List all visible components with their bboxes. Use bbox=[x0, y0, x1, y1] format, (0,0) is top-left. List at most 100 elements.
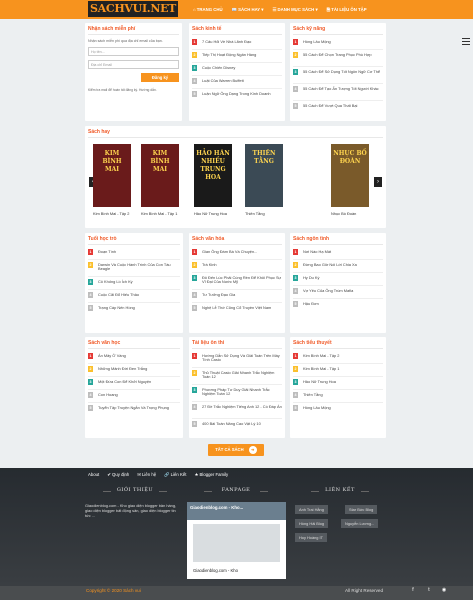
list-item[interactable]: 2 Tiếp Thị Hoạt Động Ngân Hàng bbox=[192, 52, 282, 58]
rss-icon[interactable]: ◉ bbox=[441, 587, 447, 593]
list-item[interactable]: 1 Án Mây Ở Vàng bbox=[88, 353, 180, 359]
list-item-title[interactable]: 55 Cách Để Chọn Trang Phục Phù Hợp bbox=[303, 52, 372, 57]
list-item-title[interactable]: Vợ Yêu Của Ông Trùm Mafia bbox=[303, 288, 353, 293]
nav-home[interactable]: ⌂ TRANG CHỦ bbox=[193, 7, 223, 12]
fanpage-widget[interactable]: Giaodienblog.com - Kho... Giaodienblog.c… bbox=[187, 502, 286, 579]
list-item-title[interactable]: Kim Bình Mai - Tập 1 bbox=[303, 366, 339, 371]
twitter-icon[interactable]: t bbox=[426, 587, 432, 593]
list-item[interactable]: 5 Luận Ngữ Ông Dạng Trong Kinh Doanh bbox=[192, 91, 282, 97]
list-item-title[interactable]: 55 Cách Để Tạo Ấn Tượng Tốt Người Khác bbox=[303, 86, 379, 91]
list-item[interactable]: 2 Trà Kinh bbox=[192, 262, 282, 268]
list-item-title[interactable]: Thủ Thuật Casio Giải Nhanh Trắc Nghiệm T… bbox=[202, 370, 282, 380]
list-item-title[interactable]: Nơi Nào Hạ Mát bbox=[303, 249, 331, 254]
link-tag[interactable]: Anh Trai Hằng bbox=[295, 505, 328, 514]
list-item-title[interactable]: Đừng Bao Giờ Nói Lời Chia Xa bbox=[303, 262, 357, 267]
footer-link-quy-dinh[interactable]: ✔ Quy định bbox=[107, 472, 129, 478]
link-tag[interactable]: Nguyễn Lương... bbox=[341, 519, 379, 528]
link-tag[interactable]: Hồng Hải Blog bbox=[295, 519, 329, 528]
all-books-button[interactable]: TẤT CẢ SÁCH ➜ bbox=[208, 444, 264, 456]
list-item[interactable]: 2 Kim Bình Mai - Tập 1 bbox=[293, 366, 383, 372]
nav-sach-hay[interactable]: 📖 SÁCH HAY ▾ bbox=[232, 7, 264, 13]
list-item[interactable]: 2 Thủ Thuật Casio Giải Nhanh Trắc Nghiệm … bbox=[192, 370, 282, 380]
list-item[interactable]: 4 Tư Tưởng Đạo Gia bbox=[192, 292, 282, 298]
list-item[interactable]: 3 Cô Khống Lồ Ích Kỷ bbox=[88, 279, 180, 285]
list-item[interactable]: 5 Hồng Lâu Mộng bbox=[293, 405, 383, 411]
list-item[interactable]: 1 Kim Bình Mai - Tập 2 bbox=[293, 353, 383, 359]
list-item-title[interactable]: 55 Cách Để Sử Dụng Tốt Ngôn Ngữ Cơ Thể bbox=[303, 69, 380, 74]
list-item-title[interactable]: Những Mảnh Đời Đen Trắng bbox=[98, 366, 147, 371]
list-item[interactable]: 5 55 Cách Để Vượt Qua Thất Bại bbox=[293, 103, 383, 109]
list-item[interactable]: 1 Gian Ông Đàm Bà Và Chuyện... bbox=[192, 249, 282, 255]
list-item[interactable]: 3 Cuộc Chiến Disney bbox=[192, 65, 282, 71]
list-item-title[interactable]: Tuyển Tập Truyện Ngắn Và Trọng Phụng bbox=[98, 405, 169, 410]
list-item[interactable]: 5 Trạng Cáp Nến Hồng bbox=[88, 305, 180, 311]
list-item-title[interactable]: Trà Kinh bbox=[202, 262, 217, 267]
list-item[interactable]: 4 Luật Của Warren Buffett bbox=[192, 78, 282, 84]
list-item-title[interactable]: Tiếp Thị Hoạt Động Ngân Hàng bbox=[202, 52, 256, 57]
list-item-title[interactable]: Phương Pháp Tư Duy Giải Nhanh Trắc Nghiệ… bbox=[202, 387, 282, 397]
footer-link-about[interactable]: About bbox=[88, 472, 99, 478]
nav-tai-lieu[interactable]: 🗎 TÀI LIỆU ÔN TẬP bbox=[327, 6, 367, 14]
list-item-title[interactable]: Đô Đến Lúc Phải Cúng Rèn Để Khôi Phục Sự… bbox=[202, 275, 282, 285]
list-item-title[interactable]: Con Hoang bbox=[98, 392, 118, 397]
list-item[interactable]: 5 Tuyển Tập Truyện Ngắn Và Trọng Phụng bbox=[88, 405, 180, 411]
list-item[interactable]: 1 Nơi Nào Hạ Mát bbox=[293, 249, 383, 255]
list-item[interactable]: 1 Hướng Dẫn Sử Dụng Và Giải Toán Trên Máy… bbox=[192, 353, 282, 363]
list-item-title[interactable]: Kim Bình Mai - Tập 2 bbox=[303, 353, 339, 358]
list-item[interactable]: 4 Con Hoang bbox=[88, 392, 180, 398]
list-item[interactable]: 5 Hậu Đơn bbox=[293, 301, 383, 307]
footer-link-blogger[interactable]: ★ Blogger Family bbox=[194, 472, 228, 478]
list-item-title[interactable]: Hy Du Ký bbox=[303, 275, 319, 280]
email-input[interactable]: Địa chỉ Email bbox=[88, 60, 179, 69]
list-item-title[interactable]: Đoạn Tình bbox=[98, 249, 116, 254]
list-item[interactable]: 4 Cuộc Cãi Đổ Hiếu Thảo bbox=[88, 292, 180, 298]
book-cover[interactable]: NHỤC BỒ ĐOÀN bbox=[331, 144, 369, 207]
list-item[interactable]: 5 Nghệ Lễ Thờ Cũng Cổ Truyền Việt Nam bbox=[192, 305, 282, 311]
list-item-title[interactable]: Án Mây Ở Vàng bbox=[98, 353, 126, 358]
list-item[interactable]: 5 400 Bài Toán Nâng Cao Vật Lý 10 bbox=[192, 421, 282, 427]
list-item-title[interactable]: 7 Cấu Hỏi Về Nhà Lãnh Đạo bbox=[202, 39, 251, 44]
list-item[interactable]: 4 Thiên Tằng bbox=[293, 392, 383, 398]
fanpage-name-2[interactable]: Giaodienblog.com - Kho bbox=[187, 566, 286, 575]
list-item-title[interactable]: Thiên Tằng bbox=[303, 392, 323, 397]
book-caption[interactable]: Thiên Tằng bbox=[245, 211, 265, 216]
list-item-title[interactable]: Một Đứa Con Để Khởi Nguyện bbox=[98, 379, 151, 384]
list-item[interactable]: 1 Hồng Lâu Mộng bbox=[293, 39, 383, 45]
list-item[interactable]: 2 Những Mảnh Đời Đen Trắng bbox=[88, 366, 180, 372]
list-item-title[interactable]: Darwin Và Cuộc Hành Trình Của Con Tàu Be… bbox=[98, 262, 180, 272]
list-item[interactable]: 2 Đừng Bao Giờ Nói Lời Chia Xa bbox=[293, 262, 383, 268]
carousel-next-icon[interactable]: › bbox=[374, 177, 382, 187]
link-tag[interactable]: Hoy Hoàng IT bbox=[295, 533, 328, 542]
menu-icon[interactable] bbox=[462, 38, 470, 45]
list-item[interactable]: 4 27 Đề Trắc Nghiệm Tiếng Anh 12 - Có Đáp… bbox=[192, 404, 282, 410]
name-input[interactable]: Họ tên... bbox=[88, 47, 179, 56]
list-item[interactable]: 3 Hy Du Ký bbox=[293, 275, 383, 281]
list-item[interactable]: 2 55 Cách Để Chọn Trang Phục Phù Hợp bbox=[293, 52, 383, 58]
list-item[interactable]: 1 7 Cấu Hỏi Về Nhà Lãnh Đạo bbox=[192, 39, 282, 45]
facebook-icon[interactable]: f bbox=[410, 587, 416, 593]
nav-danh-muc[interactable]: ☰ DANH MỤC SÁCH ▾ bbox=[272, 7, 317, 13]
list-item-title[interactable]: 55 Cách Để Vượt Qua Thất Bại bbox=[303, 103, 357, 108]
list-item[interactable]: 3 55 Cách Để Sử Dụng Tốt Ngôn Ngữ Cơ Thể bbox=[293, 69, 383, 75]
site-logo[interactable]: SACHVUI.NET bbox=[88, 1, 179, 17]
book-cover[interactable]: THIÊN TẰNG bbox=[245, 144, 283, 207]
book-cover[interactable]: KIM BÌNH MAI bbox=[93, 144, 131, 207]
footer-link-lien-he[interactable]: ✉ Liên hệ bbox=[137, 472, 156, 478]
list-item[interactable]: 3 Một Đứa Con Để Khởi Nguyện bbox=[88, 379, 180, 385]
book-caption[interactable]: Kim Bình Mai - Tập 2 bbox=[93, 211, 129, 216]
list-item[interactable]: 3 Đô Đến Lúc Phải Cúng Rèn Để Khôi Phục S… bbox=[192, 275, 282, 285]
list-item-title[interactable]: Hảo Nữ Trung Hoa bbox=[303, 379, 336, 384]
book-caption[interactable]: Nhục Bồ Đoàn bbox=[331, 211, 356, 216]
list-item-title[interactable]: 27 Đề Trắc Nghiệm Tiếng Anh 12 - Có Đáp … bbox=[202, 404, 282, 409]
list-item-title[interactable]: Tư Tưởng Đạo Gia bbox=[202, 292, 235, 297]
list-item[interactable]: 4 Vợ Yêu Của Ông Trùm Mafia bbox=[293, 288, 383, 294]
footer-link-lien-ket[interactable]: 🔗 Liên Kết bbox=[164, 472, 186, 478]
list-item-title[interactable]: Gian Ông Đàm Bà Và Chuyện... bbox=[202, 249, 257, 254]
list-item-title[interactable]: Luận Ngữ Ông Dạng Trong Kinh Doanh bbox=[202, 91, 271, 96]
list-item-title[interactable]: Cuộc Chiến Disney bbox=[202, 65, 235, 70]
book-caption[interactable]: Hảo Nữ Trung Hoa bbox=[194, 211, 227, 216]
list-item-title[interactable]: Trạng Cáp Nến Hồng bbox=[98, 305, 135, 310]
list-item-title[interactable]: Cô Khống Lồ Ích Kỷ bbox=[98, 279, 133, 284]
list-item[interactable]: 1 Đoạn Tình bbox=[88, 249, 180, 255]
list-item-title[interactable]: Cuộc Cãi Đổ Hiếu Thảo bbox=[98, 292, 139, 297]
